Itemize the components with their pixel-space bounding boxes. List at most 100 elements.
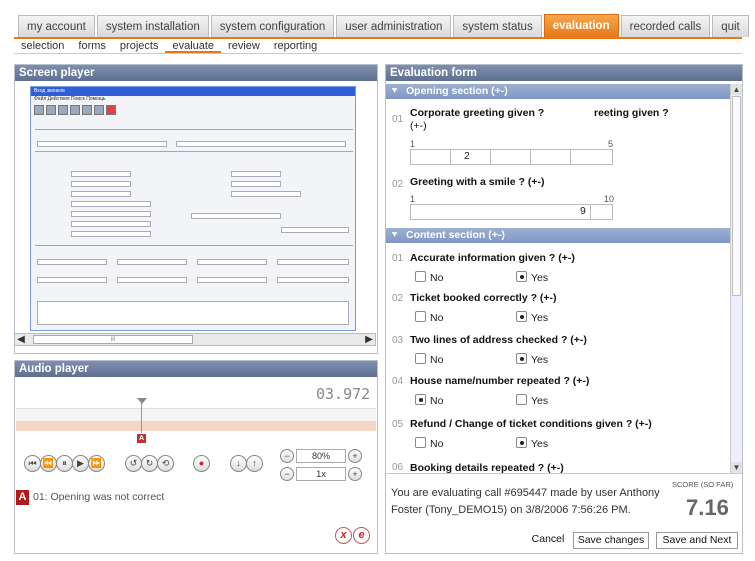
playhead-line xyxy=(141,399,142,433)
tab-system-configuration[interactable]: system configuration xyxy=(210,15,335,37)
tab-user-administration[interactable]: user administration xyxy=(336,15,452,37)
tab-system-installation[interactable]: system installation xyxy=(96,15,209,37)
subnav-evaluate[interactable]: evaluate xyxy=(165,39,222,53)
volume-field[interactable]: 80% xyxy=(296,449,346,463)
tab-system-status[interactable]: system status xyxy=(453,15,542,37)
subnav-selection[interactable]: selection xyxy=(14,39,71,53)
speed-minus-icon[interactable]: − xyxy=(280,467,294,481)
question-number: 06 xyxy=(392,462,404,473)
captured-window: Вход звонков Файл Действия Поиск Помощь xyxy=(30,86,356,331)
collapse-icon: ⯆ xyxy=(391,230,399,240)
question-number: 01 xyxy=(392,114,404,125)
question-suffix: (+-) xyxy=(410,120,427,132)
scroll-right-icon[interactable]: ▶ xyxy=(363,334,375,345)
no-radio[interactable] xyxy=(415,437,426,448)
speed-field[interactable]: 1x xyxy=(296,467,346,481)
save-and-next-button[interactable]: Save and Next xyxy=(656,532,738,549)
audio-timeline[interactable] xyxy=(16,408,376,431)
volume-plus-icon[interactable]: + xyxy=(348,449,362,463)
no-radio[interactable] xyxy=(415,353,426,364)
yes-radio[interactable] xyxy=(516,311,527,322)
question-number: 02 xyxy=(392,293,404,304)
question-number: 03 xyxy=(392,335,404,346)
evaluation-scrollbar[interactable]: ▲ ▼ xyxy=(730,84,742,473)
subnav-projects[interactable]: projects xyxy=(113,39,166,53)
speed-plus-icon[interactable]: + xyxy=(348,467,362,481)
volume-down-icon[interactable]: ↓ xyxy=(230,455,247,472)
fast-forward-icon[interactable]: ⏩ xyxy=(88,455,105,472)
question-text: Corporate greeting given ? xyxy=(410,107,545,119)
question-number: 02 xyxy=(392,179,404,190)
content-section-header[interactable]: ⯆ Content section (+-) xyxy=(386,228,730,243)
question-overlay-text: reeting given ? xyxy=(594,107,669,119)
question-number: 05 xyxy=(392,419,404,430)
comment-marker[interactable]: A xyxy=(137,434,146,443)
scroll-left-icon[interactable]: ◀ xyxy=(15,334,27,345)
comment-badge: A xyxy=(16,490,29,505)
captured-toolbar xyxy=(31,103,355,117)
rating-value: 9 xyxy=(580,205,586,217)
scroll-down-icon[interactable]: ▼ xyxy=(731,462,742,473)
main-tabs: my account system installation system conf… xyxy=(18,14,751,37)
screen-player-title: Screen player xyxy=(15,65,377,81)
tab-quit[interactable]: quit xyxy=(712,15,749,37)
scale-min: 1 xyxy=(410,194,416,204)
no-radio[interactable] xyxy=(415,271,426,282)
yes-radio[interactable] xyxy=(516,353,527,364)
yes-radio[interactable] xyxy=(516,271,527,282)
no-label: No xyxy=(430,438,444,450)
scroll-up-icon[interactable]: ▲ xyxy=(731,84,742,95)
pause-icon[interactable]: ⏸ xyxy=(56,455,73,472)
yes-label: Yes xyxy=(531,354,549,366)
scale-max: 5 xyxy=(608,139,614,149)
subnav-review[interactable]: review xyxy=(221,39,267,53)
record-icon[interactable]: ● xyxy=(193,455,210,472)
tab-evaluation[interactable]: evaluation xyxy=(543,14,619,37)
screen-horizontal-scrollbar[interactable]: ◀ III ▶ xyxy=(14,333,376,346)
yes-radio[interactable] xyxy=(516,394,527,405)
playhead-icon[interactable] xyxy=(137,398,147,404)
audio-time: 03.972 xyxy=(316,385,371,403)
yes-label: Yes xyxy=(531,438,549,450)
rewind-start-icon[interactable]: ⏮ xyxy=(24,455,41,472)
question-text: Accurate information given ? (+-) xyxy=(410,252,575,264)
rewind-icon[interactable]: ⏪ xyxy=(40,455,57,472)
loop-icon[interactable]: ⟲ xyxy=(157,455,174,472)
screen-capture: Вход звонков Файл Действия Поиск Помощь xyxy=(30,86,356,331)
evaluation-title: Evaluation form xyxy=(386,65,742,81)
delete-comment-icon[interactable]: x xyxy=(335,527,352,544)
subnav-reporting[interactable]: reporting xyxy=(267,39,324,53)
scale-max: 10 xyxy=(604,194,615,204)
opening-section-header[interactable]: ⯆ Opening section (+-) xyxy=(386,84,730,99)
score-value: 7.16 xyxy=(686,495,729,520)
section-title: Content section (+-) xyxy=(406,229,505,241)
yes-label: Yes xyxy=(531,312,549,324)
no-label: No xyxy=(430,354,444,366)
yes-radio[interactable] xyxy=(516,437,527,448)
scroll-thumb[interactable]: III xyxy=(33,335,193,344)
subnav-forms[interactable]: forms xyxy=(71,39,113,53)
tab-my-account[interactable]: my account xyxy=(18,15,95,37)
loop-forward-icon[interactable]: ↻ xyxy=(141,455,158,472)
edit-comment-icon[interactable]: e xyxy=(353,527,370,544)
evaluation-info: You are evaluating call #695447 made by … xyxy=(391,487,660,516)
cancel-button[interactable]: Cancel xyxy=(526,532,570,549)
no-label: No xyxy=(430,272,444,284)
rating-scale[interactable] xyxy=(410,149,613,165)
question-number: 04 xyxy=(392,376,404,387)
tab-recorded-calls[interactable]: recorded calls xyxy=(620,15,711,37)
question-text: Two lines of address checked ? (+-) xyxy=(410,334,587,346)
scroll-thumb[interactable] xyxy=(732,96,741,296)
play-icon[interactable]: ▶ xyxy=(72,455,89,472)
no-radio[interactable] xyxy=(415,311,426,322)
question-text: Greeting with a smile ? (+-) xyxy=(410,176,545,188)
comment-text: 01: Opening was not correct xyxy=(33,491,165,503)
volume-minus-icon[interactable]: − xyxy=(280,449,294,463)
sub-nav: selection forms projects evaluate review repo… xyxy=(14,39,742,54)
scale-min: 1 xyxy=(410,139,416,149)
volume-up-icon[interactable]: ↑ xyxy=(246,455,263,472)
no-radio[interactable] xyxy=(415,394,426,405)
save-changes-button[interactable]: Save changes xyxy=(573,532,649,549)
loop-back-icon[interactable]: ↺ xyxy=(125,455,142,472)
question-number: 01 xyxy=(392,253,404,264)
